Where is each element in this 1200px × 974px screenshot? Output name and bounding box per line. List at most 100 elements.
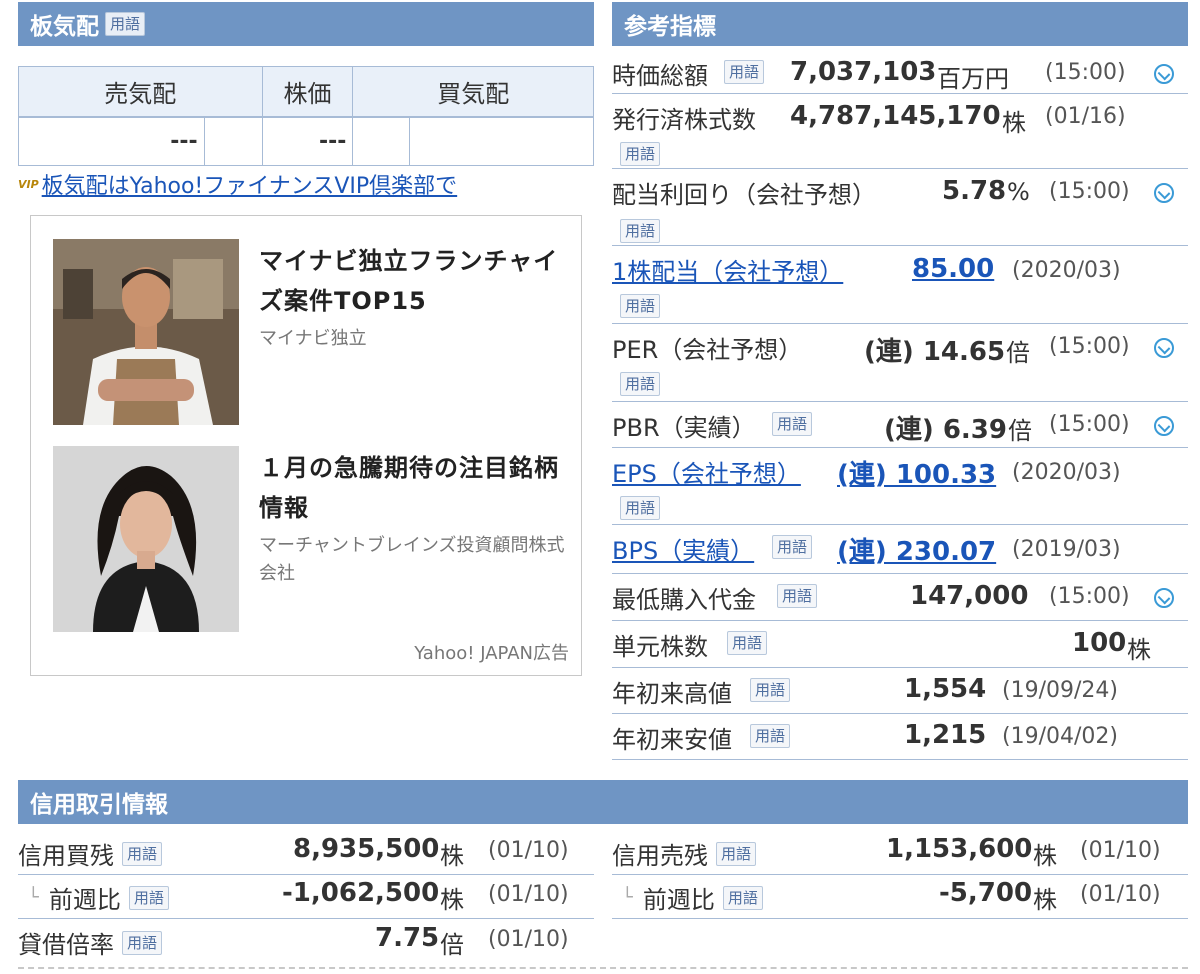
price-value: --- — [261, 117, 354, 166]
credit-date: (01/10) — [1080, 882, 1161, 907]
ita-table: 売気配 株価 買気配 — [18, 66, 594, 117]
indicator-date: (15:00) — [1049, 334, 1130, 359]
indicator-value[interactable]: 85.00 — [912, 254, 994, 284]
ad-item[interactable]: １月の急騰期待の注目銘柄情報 マーチャントブレインズ投資顧問株式会社 — [53, 446, 564, 632]
ad-title[interactable]: マイナビ独立フランチャイズ案件TOP15 — [259, 241, 563, 321]
credit-unit: 倍 — [440, 931, 464, 959]
indicator-label: 時価総額 — [612, 62, 708, 90]
indicator-value: (連) 6.39 — [884, 415, 1007, 445]
credit-label-text: 信用売残 — [612, 842, 708, 870]
ita-title: 板気配 — [30, 14, 99, 40]
credit-row: └ 前週比 用語 -1,062,500 株 (01/10) — [18, 874, 594, 919]
yougo-button[interactable]: 用語 — [128, 885, 169, 910]
sell-qty — [203, 117, 263, 166]
realtime-clock-icon — [1154, 338, 1174, 358]
indicator-label: 最低購入代金 — [612, 586, 756, 614]
credit-row: 信用買残 用語 8,935,500 株 (01/10) — [18, 830, 594, 875]
credit-label: └ 前週比 用語 — [18, 880, 169, 915]
credit-value: -5,700 — [939, 878, 1033, 908]
credit-unit: 株 — [1033, 886, 1057, 914]
ita-body: --- --- — [18, 117, 594, 166]
indicator-row: BPS（実績） 用語 (連) 230.07 (2019/03) — [612, 525, 1188, 574]
indicator-label: PBR（実績） — [612, 414, 756, 442]
credit-date: (01/10) — [488, 882, 569, 907]
indicator-row: 発行済株式数 用語 4,787,145,170 株 (01/16) — [612, 94, 1188, 169]
indicator-value: (連) 14.65 — [864, 337, 1006, 367]
indicator-label[interactable]: EPS（会社予想） — [612, 454, 801, 489]
indicator-value[interactable]: (連) 100.33 — [837, 454, 996, 491]
vip-badge-icon: VIP — [18, 177, 39, 191]
indicator-date: (19/04/02) — [1002, 724, 1118, 749]
indicator-date: (15:00) — [1049, 412, 1130, 437]
credit-value: 8,935,500 — [293, 834, 440, 864]
indicator-label: 年初来高値 — [612, 680, 732, 708]
indicator-value[interactable]: (連) 230.07 — [837, 531, 996, 568]
ad-image-woman[interactable] — [53, 446, 239, 632]
indicators-header: 参考指標 — [612, 2, 1188, 46]
indicators-title: 参考指標 — [624, 14, 716, 40]
credit-value: 7.75 — [375, 923, 440, 953]
indicator-unit: 倍 — [1008, 417, 1032, 445]
indicator-date: (2020/03) — [1012, 460, 1121, 485]
indicator-unit: 百万円 — [937, 65, 1009, 93]
tree-branch-icon: └ — [28, 887, 39, 908]
yougo-button[interactable]: 用語 — [620, 496, 661, 520]
credit-value: -1,062,500 — [282, 878, 440, 908]
credit-label-text: 信用買残 — [18, 842, 114, 870]
indicator-value: 1,554 — [904, 674, 987, 704]
yougo-button[interactable]: 用語 — [777, 584, 818, 608]
bottom-divider — [18, 967, 1188, 969]
yougo-button[interactable]: 用語 — [724, 60, 765, 84]
indicator-row: PER（会社予想） 用語 (連) 14.65 倍 (15:00) — [612, 324, 1188, 402]
yougo-button[interactable]: 用語 — [620, 294, 661, 318]
indicator-label: PER（会社予想） — [612, 336, 803, 364]
indicator-row: 時価総額 用語 7,037,103 百万円 (15:00) — [612, 50, 1188, 94]
indicator-label[interactable]: BPS（実績） — [612, 531, 754, 566]
indicator-label[interactable]: 1株配当（会社予想） — [612, 252, 843, 287]
indicator-value: 7,037,103 — [790, 57, 937, 87]
yougo-button[interactable]: 用語 — [105, 12, 146, 36]
yougo-button[interactable]: 用語 — [716, 841, 757, 866]
yougo-button[interactable]: 用語 — [620, 372, 661, 396]
indicator-value: 147,000 — [910, 581, 1029, 611]
yougo-button[interactable]: 用語 — [620, 142, 661, 166]
credit-label-text: 前週比 — [48, 886, 121, 914]
indicator-date: (01/16) — [1045, 104, 1126, 129]
credit-row: └ 前週比 用語 -5,700 株 (01/10) — [612, 874, 1188, 919]
credit-label-text: 貸借倍率 — [18, 931, 114, 959]
indicator-row: 1株配当（会社予想） 用語 85.00 (2020/03) — [612, 246, 1188, 324]
tree-branch-icon: └ — [622, 887, 633, 908]
sell-quote-value: --- — [18, 117, 205, 166]
ad-credit[interactable]: Yahoo! JAPAN広告 — [414, 639, 569, 665]
buy-quote-value — [409, 117, 594, 166]
indicator-date: (15:00) — [1045, 60, 1126, 85]
yougo-button[interactable]: 用語 — [750, 678, 791, 702]
credit-label: 貸借倍率 用語 — [18, 925, 163, 960]
yougo-button[interactable]: 用語 — [722, 885, 763, 910]
indicator-row: 年初来安値 用語 1,215 (19/04/02) — [612, 714, 1188, 760]
indicator-label: 発行済株式数 — [612, 106, 756, 134]
yougo-button[interactable]: 用語 — [122, 841, 163, 866]
indicator-unit: % — [1007, 178, 1030, 206]
yougo-button[interactable]: 用語 — [772, 412, 813, 436]
credit-date: (01/10) — [1080, 838, 1161, 863]
indicator-unit: 株 — [1002, 109, 1026, 137]
yougo-button[interactable]: 用語 — [727, 631, 768, 655]
ad-image-man[interactable] — [53, 239, 239, 425]
yougo-button[interactable]: 用語 — [620, 219, 661, 243]
yougo-button[interactable]: 用語 — [122, 930, 163, 955]
indicator-label: 単元株数 — [612, 633, 708, 661]
yougo-button[interactable]: 用語 — [750, 724, 791, 748]
indicator-label: 年初来安値 — [612, 726, 732, 754]
credit-label: └ 前週比 用語 — [612, 880, 763, 915]
indicator-label: 配当利回り（会社予想） — [612, 181, 876, 209]
yougo-button[interactable]: 用語 — [772, 535, 813, 559]
indicator-row: EPS（会社予想） 用語 (連) 100.33 (2020/03) — [612, 448, 1188, 525]
ad-title[interactable]: １月の急騰期待の注目銘柄情報 — [259, 448, 559, 528]
credit-value: 1,153,600 — [886, 834, 1033, 864]
credit-date: (01/10) — [488, 838, 569, 863]
vip-club-link[interactable]: 板気配はYahoo!ファイナンスVIP倶楽部で — [42, 168, 458, 200]
credit-unit: 株 — [1033, 842, 1057, 870]
credit-row: 貸借倍率 用語 7.75 倍 (01/10) — [18, 919, 594, 964]
ad-item[interactable]: マイナビ独立フランチャイズ案件TOP15 マイナビ独立 — [53, 239, 563, 425]
